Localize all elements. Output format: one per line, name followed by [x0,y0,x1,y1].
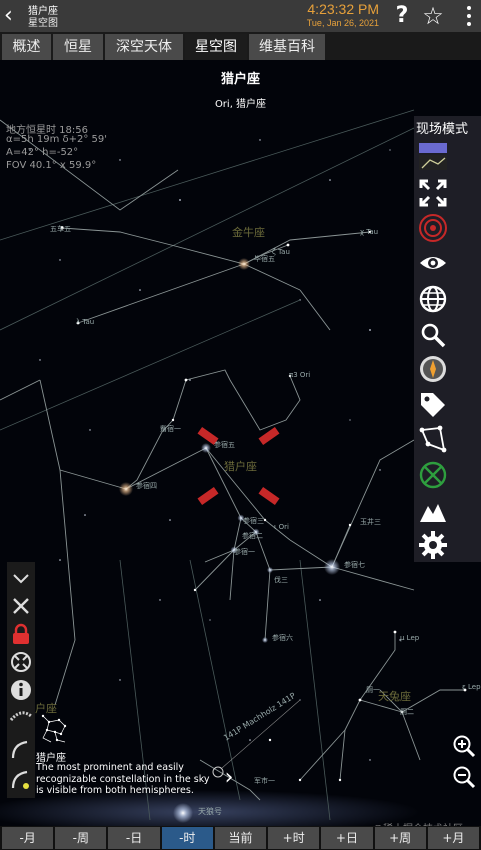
star-label: 参宿二 [242,532,263,540]
horizon-icon[interactable] [418,496,448,526]
tab-sky-map[interactable]: 星空图 [185,34,247,60]
left-tool-strip [7,562,35,798]
tag-icon[interactable] [418,390,448,420]
star-betelgeuse [119,482,133,496]
zoom-in-icon[interactable] [452,734,476,758]
more-vertical-icon[interactable] [462,4,476,28]
field-of-view-icon[interactable] [418,142,448,172]
star-label: 觜宿一 [160,425,181,433]
constellation-label-orion: 猎户座 [224,460,257,473]
tab-stars[interactable]: 恒星 [53,34,103,60]
tool-strip: 现场模式 [414,116,481,562]
star-label: 厕二 [400,708,414,716]
no-target-icon[interactable] [418,460,448,490]
constellation-label-lepus: 天兔座 [378,690,411,703]
orbit-dot-icon[interactable] [9,768,33,792]
star-label: π3 Ori [289,371,311,379]
constellation-label-taurus: 金牛座 [232,226,265,239]
plus-month-button[interactable]: +月 [427,827,479,849]
ra-dec-readout: α=5h 19m δ+2° 59' [6,134,108,145]
star-aldebaran [238,258,250,270]
minus-hour-button[interactable]: -时 [161,827,213,849]
star-label: μ Lep [400,634,420,642]
lock-icon[interactable] [9,622,33,646]
star-label: 毕宿五 [254,255,275,263]
popup-description: The most prominent and easily recognizab… [36,762,210,796]
constellation-thumbnail [41,714,67,743]
tab-bar: 概述 恒星 深空天体 星空图 维基百科 [0,32,481,60]
star-label: 参宿一 [234,548,255,556]
close-icon[interactable] [9,594,33,618]
settings-icon[interactable] [418,530,448,560]
star-label: 参宿四 [136,482,157,490]
eye-icon[interactable] [418,248,448,278]
minus-month-button[interactable]: -月 [2,827,54,849]
plus-day-button[interactable]: +日 [321,827,373,849]
star-label: 军市一 [254,777,275,785]
zoom-out-icon[interactable] [452,765,476,789]
star-label: 参宿六 [272,634,293,642]
crosshair-icon[interactable] [9,650,33,674]
now-button[interactable]: 当前 [214,827,267,849]
fov-readout: FOV 40.1° x 59.9° [6,160,97,171]
fullscreen-icon[interactable] [418,178,448,208]
time-control-bar: -月 -周 -日 -时 当前 +时 +日 +周 +月 [0,826,481,850]
star-kappa-ori [262,637,268,643]
info-icon[interactable] [9,678,33,702]
collapse-icon[interactable] [9,566,33,590]
star-label: ε Lep [462,683,481,691]
tab-wikipedia[interactable]: 维基百科 [249,34,325,60]
help-icon[interactable]: ? [388,0,416,32]
star-label: χ Tau [360,228,379,236]
star-label: ι Ori [274,523,289,531]
compass-icon[interactable] [418,354,448,384]
target-icon[interactable] [418,213,448,243]
star-saiph [267,567,273,573]
star-label: 厕一 [366,686,380,694]
star-label: 参宿五 [214,441,235,449]
star-label: λ Tau [76,318,95,326]
search-icon[interactable] [418,320,448,350]
globe-icon[interactable] [418,284,448,314]
star-label: 参宿七 [344,561,365,569]
comet-icon[interactable] [9,706,33,730]
sky-map[interactable]: 猎户座 Ori, 猎户座 地方恒星时 18:56 α=5h 19m δ+2° 5… [0,60,481,826]
date-display: Tue, Jan 26, 2021 [306,18,379,28]
time-display: 4:23:32 PM [307,1,379,17]
constellation-lines-icon[interactable] [418,424,448,454]
star-label: 五车五 [50,225,71,233]
alt-az-readout: A=42° h=-52° [6,147,79,158]
constellation-subtitle: Ori, 猎户座 [214,99,267,110]
star-rigel [324,559,340,575]
page-subtitle: 星空图 [28,18,58,29]
star-label: 参宿三 [243,517,264,525]
plus-hour-button[interactable]: +时 [268,827,320,849]
star-outline-icon[interactable]: ☆ [419,1,447,31]
tab-deep-sky[interactable]: 深空天体 [105,34,183,60]
minus-day-button[interactable]: -日 [108,827,160,849]
star-label-sirius: 天狼号 [198,807,222,816]
popup-next-icon[interactable]: › [220,765,238,791]
field-mode-label[interactable]: 现场模式 [416,118,468,137]
back-icon[interactable]: ‹ [4,5,24,27]
top-bar: ‹ 猎户座 星空图 4:23:32 PM Tue, Jan 26, 2021 ?… [0,0,481,32]
star-label: 伐三 [274,576,288,584]
star-bellatrix [201,443,211,453]
minus-week-button[interactable]: -周 [55,827,107,849]
star-sirius [173,803,193,823]
plus-week-button[interactable]: +周 [374,827,426,849]
orbit-icon[interactable] [9,738,33,762]
star-label: 玉井三 [360,518,381,526]
tab-overview[interactable]: 概述 [2,34,51,60]
constellation-title: 猎户座 [220,72,260,87]
